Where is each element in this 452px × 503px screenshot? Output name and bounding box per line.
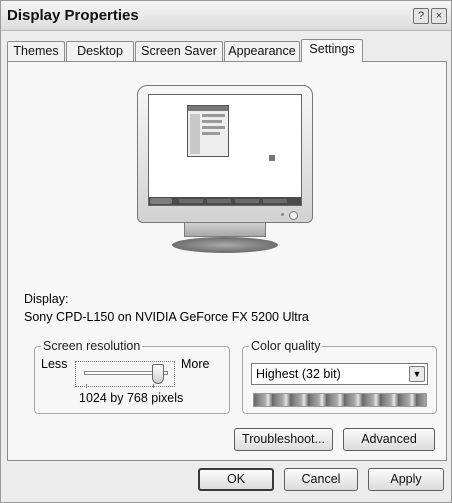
color-quality-value: Highest (32 bit) xyxy=(256,367,341,381)
advanced-button[interactable]: Advanced xyxy=(343,428,435,451)
color-quality-title: Color quality xyxy=(249,339,323,353)
close-icon[interactable]: × xyxy=(431,8,447,24)
slider-tick xyxy=(153,384,154,388)
tab-screen-saver[interactable]: Screen Saver xyxy=(135,41,223,61)
ok-button[interactable]: OK xyxy=(198,468,274,491)
screen-resolution-title: Screen resolution xyxy=(41,339,143,353)
chevron-down-icon[interactable]: ▼ xyxy=(409,366,425,382)
power-button-icon xyxy=(289,211,298,220)
troubleshoot-button[interactable]: Troubleshoot... xyxy=(234,428,333,451)
help-icon[interactable]: ? xyxy=(413,8,429,24)
resolution-slider[interactable] xyxy=(75,361,175,388)
window-title: Display Properties xyxy=(7,7,139,24)
power-light-icon xyxy=(281,213,284,216)
tab-themes[interactable]: Themes xyxy=(7,41,65,61)
color-spectrum-bar xyxy=(253,393,427,407)
cancel-button[interactable]: Cancel xyxy=(284,468,358,491)
tab-appearance[interactable]: Appearance xyxy=(224,41,300,61)
slider-thumb[interactable] xyxy=(152,364,164,384)
screen-resolution-group: Screen resolution Less More 1024 by 768 … xyxy=(34,339,230,414)
tab-settings[interactable]: Settings xyxy=(301,39,363,62)
settings-panel: Display: Sony CPD-L150 on NVIDIA GeForce… xyxy=(7,61,447,461)
apply-button[interactable]: Apply xyxy=(368,468,444,491)
display-device-name: Sony CPD-L150 on NVIDIA GeForce FX 5200 … xyxy=(24,310,309,324)
preview-taskbar xyxy=(149,197,301,205)
monitor-stand xyxy=(172,237,278,253)
color-quality-group: Color quality Highest (32 bit) ▼ xyxy=(242,339,437,414)
recycle-bin-icon xyxy=(269,155,275,161)
resolution-more-label: More xyxy=(181,357,210,371)
tab-desktop[interactable]: Desktop xyxy=(66,41,134,61)
display-properties-window: Display Properties ? × Themes Desktop Sc… xyxy=(0,0,452,503)
display-label: Display: xyxy=(24,292,69,306)
preview-window xyxy=(187,105,229,157)
color-quality-select[interactable]: Highest (32 bit) ▼ xyxy=(251,363,428,385)
resolution-less-label: Less xyxy=(41,357,68,371)
resolution-value: 1024 by 768 pixels xyxy=(79,391,184,405)
title-bar[interactable]: Display Properties ? × xyxy=(1,1,451,31)
monitor-preview xyxy=(137,85,313,223)
monitor-neck xyxy=(184,223,266,237)
slider-tick xyxy=(86,384,87,388)
start-button-icon xyxy=(150,198,172,204)
monitor-screen xyxy=(148,94,302,206)
